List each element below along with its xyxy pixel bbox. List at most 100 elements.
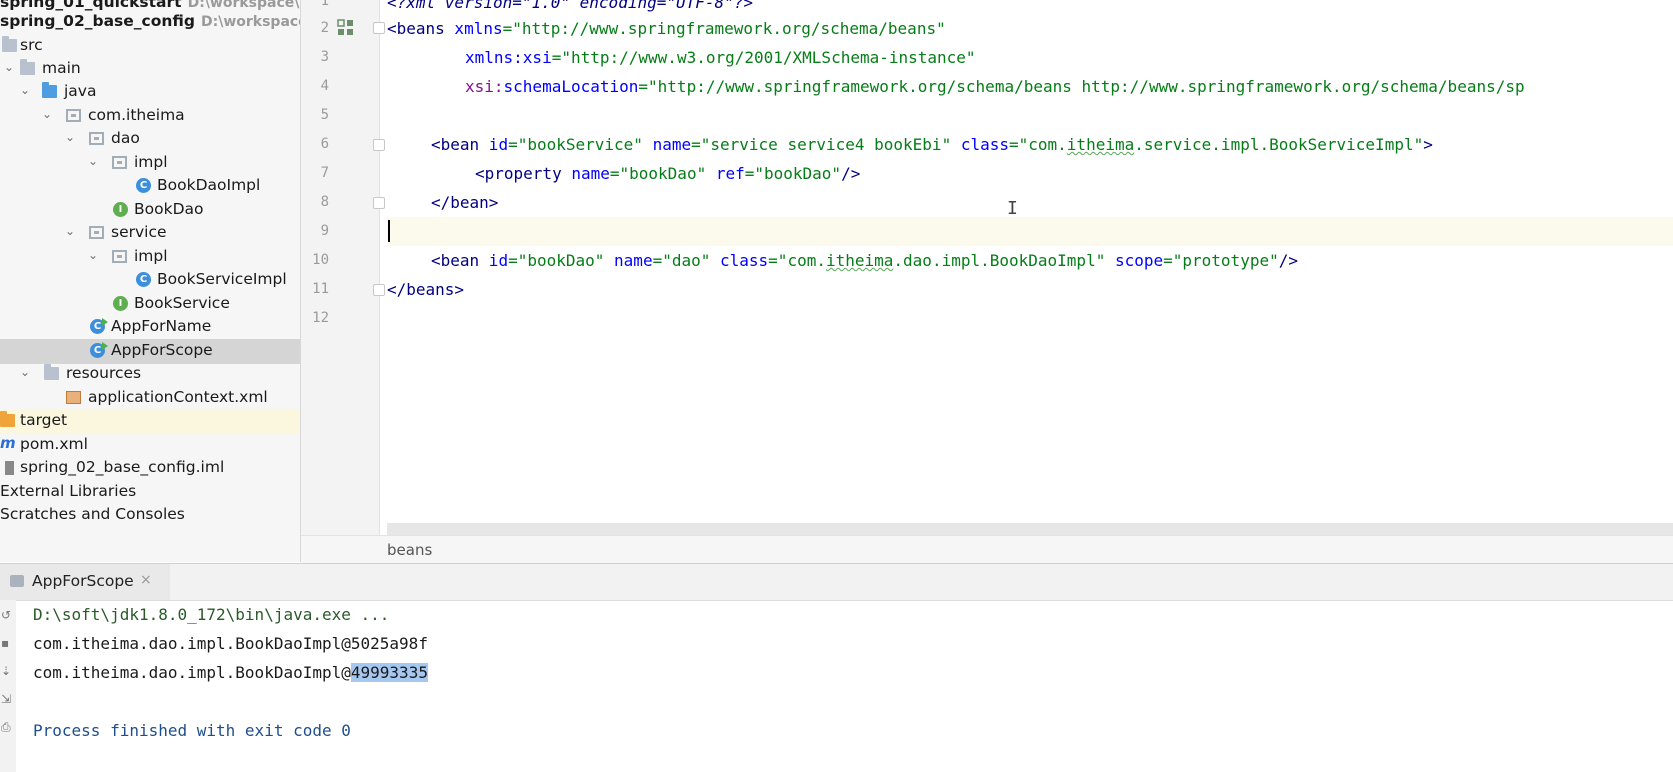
tab-appforscope[interactable]: AppForScope × (0, 564, 170, 600)
line-number: 8 (320, 194, 329, 210)
text-caret (388, 220, 390, 242)
mouse-ibeam-cursor: I (1007, 198, 1018, 219)
chevron-down-icon[interactable]: ⌄ (86, 248, 100, 262)
stop-icon[interactable]: ▪ (1, 636, 13, 650)
code-editor[interactable]: 1 2 3 4 5 6 7 8 9 10 11 12 <?xml version… (301, 0, 1673, 563)
tree-item-service[interactable]: ⌄ service (0, 221, 300, 246)
tree-item-label: main (42, 59, 81, 77)
package-icon (89, 132, 104, 145)
chevron-down-icon[interactable]: ⌄ (18, 365, 32, 379)
print-icon[interactable]: ⎙ (1, 720, 13, 735)
chevron-down-icon[interactable]: ⌄ (18, 83, 32, 97)
console-line-output: com.itheima.dao.impl.BookDaoImpl@4999333… (33, 663, 428, 682)
tree-item-pom-xml[interactable]: m pom.xml (0, 433, 300, 458)
package-icon (112, 250, 127, 263)
tree-item-label: AppForScope (111, 341, 213, 359)
line-number: 11 (312, 281, 329, 297)
tree-item-label: spring_02_base_config.iml (20, 458, 225, 476)
tree-item-bookdaoimpl[interactable]: C BookDaoImpl (0, 174, 300, 199)
tree-item-label: BookDao (134, 200, 204, 218)
code-line-6: <bean id="bookService" name="service ser… (431, 135, 1433, 154)
run-toolbar: ↺ ▪ ⇣ ⇲ ⎙ (0, 600, 16, 772)
tree-item-label: impl (134, 247, 168, 265)
chevron-down-icon[interactable]: ⌄ (63, 130, 77, 144)
run-config-icon (10, 575, 24, 587)
console-line-command: D:\soft\jdk1.8.0_172\bin\java.exe ... (33, 605, 390, 624)
package-icon (89, 226, 104, 239)
rerun-icon[interactable]: ↺ (1, 608, 13, 622)
tree-item-scratches[interactable]: Scratches and Consoles (0, 503, 300, 528)
line-number: 10 (312, 252, 329, 268)
tree-item-src[interactable]: src (0, 34, 300, 59)
tree-item-service-impl[interactable]: ⌄ impl (0, 245, 300, 270)
tree-item-bookdao[interactable]: I BookDao (0, 198, 300, 223)
breadcrumb: beans (301, 535, 1673, 563)
tree-item-label: BookDaoImpl (157, 176, 261, 194)
runnable-class-icon: C (90, 342, 108, 358)
code-line-3: xmlns:xsi="http://www.w3.org/2001/XMLSch… (465, 48, 976, 67)
tree-item-resources[interactable]: ⌄ resources (0, 362, 300, 387)
close-icon[interactable]: × (140, 572, 152, 588)
editor-gutter: 1 2 3 4 5 6 7 8 9 10 11 12 (301, 0, 385, 562)
fold-marker-icon[interactable] (373, 22, 385, 34)
code-line-8: </bean> (431, 193, 499, 212)
tree-item-label: spring_02_base_configD:\workspace\s (0, 12, 300, 30)
tab-label: AppForScope (32, 572, 134, 590)
fold-marker-icon[interactable] (373, 197, 385, 209)
breadcrumb-item[interactable]: beans (387, 541, 432, 559)
tree-item-appforscope[interactable]: C AppForScope (0, 339, 300, 364)
tree-item-label: target (20, 411, 68, 429)
tree-item-com-itheima[interactable]: ⌄ com.itheima (0, 104, 300, 129)
line-number: 2 (320, 20, 329, 36)
tree-item-target[interactable]: target (0, 409, 300, 434)
soft-wrap-icon[interactable]: ⇲ (1, 692, 13, 706)
tree-item-appforname[interactable]: C AppForName (0, 315, 300, 340)
tree-item-label: com.itheima (88, 106, 185, 124)
scroll-to-end-icon[interactable]: ⇣ (1, 664, 13, 678)
code-line-10: <bean id="bookDao" name="dao" class="com… (431, 251, 1298, 270)
tree-item-main[interactable]: ⌄ main (0, 57, 300, 82)
tree-item-bookservice[interactable]: I BookService (0, 292, 300, 317)
tree-item-dao[interactable]: ⌄ dao (0, 127, 300, 152)
tree-item-iml[interactable]: spring_02_base_config.iml (0, 456, 300, 481)
tree-item-dao-impl[interactable]: ⌄ impl (0, 151, 300, 176)
line-number: 4 (320, 78, 329, 94)
tree-item-external-libraries[interactable]: External Libraries (0, 480, 300, 505)
spring-beans-gutter-icon[interactable] (337, 19, 355, 37)
line-number: 6 (320, 136, 329, 152)
tree-item-bookserviceimpl[interactable]: C BookServiceImpl (0, 268, 300, 293)
tree-item-spring-02-base-config[interactable]: spring_02_base_configD:\workspace\s (0, 10, 300, 35)
code-line-11: </beans> (387, 280, 465, 299)
tree-item-label: pom.xml (20, 435, 88, 453)
tree-item-applicationcontext-xml[interactable]: applicationContext.xml (0, 386, 300, 411)
fold-marker-icon[interactable] (373, 139, 385, 151)
chevron-down-icon[interactable]: ⌄ (2, 60, 16, 74)
tree-item-label: applicationContext.xml (88, 388, 268, 406)
tree-item-label: BookService (134, 294, 230, 312)
interface-icon: I (113, 202, 128, 217)
class-icon: C (136, 178, 151, 193)
tree-item-label: service (111, 223, 167, 241)
chevron-down-icon[interactable]: ⌄ (63, 224, 77, 238)
tree-item-label: Scratches and Consoles (0, 505, 185, 523)
horizontal-scrollbar[interactable] (387, 523, 1673, 535)
tree-item-java[interactable]: ⌄ java (0, 80, 300, 105)
run-tool-window: AppForScope × ↺ ▪ ⇣ ⇲ ⎙ D:\soft\jdk1.8.0… (0, 563, 1673, 772)
fold-marker-icon[interactable] (373, 284, 385, 296)
console-line-exit: Process finished with exit code 0 (33, 721, 351, 740)
code-area[interactable]: <?xml version="1.0" encoding="UTF-8"?> <… (387, 0, 1673, 525)
folder-icon (20, 59, 35, 75)
line-number: 3 (320, 49, 329, 65)
line-number: 7 (320, 165, 329, 181)
chevron-down-icon[interactable]: ⌄ (86, 154, 100, 168)
console-line-output: com.itheima.dao.impl.BookDaoImpl@5025a98… (33, 634, 428, 653)
tree-item-label: dao (111, 129, 140, 147)
folder-icon (44, 364, 59, 380)
chevron-down-icon[interactable]: ⌄ (40, 107, 54, 121)
tree-item-label: resources (66, 364, 142, 382)
runnable-class-icon: C (90, 318, 108, 334)
selected-text: 49993335 (350, 663, 428, 682)
tree-item-label: src (20, 36, 43, 54)
code-line-2: <beans xmlns="http://www.springframework… (387, 19, 946, 38)
package-icon (66, 109, 81, 122)
